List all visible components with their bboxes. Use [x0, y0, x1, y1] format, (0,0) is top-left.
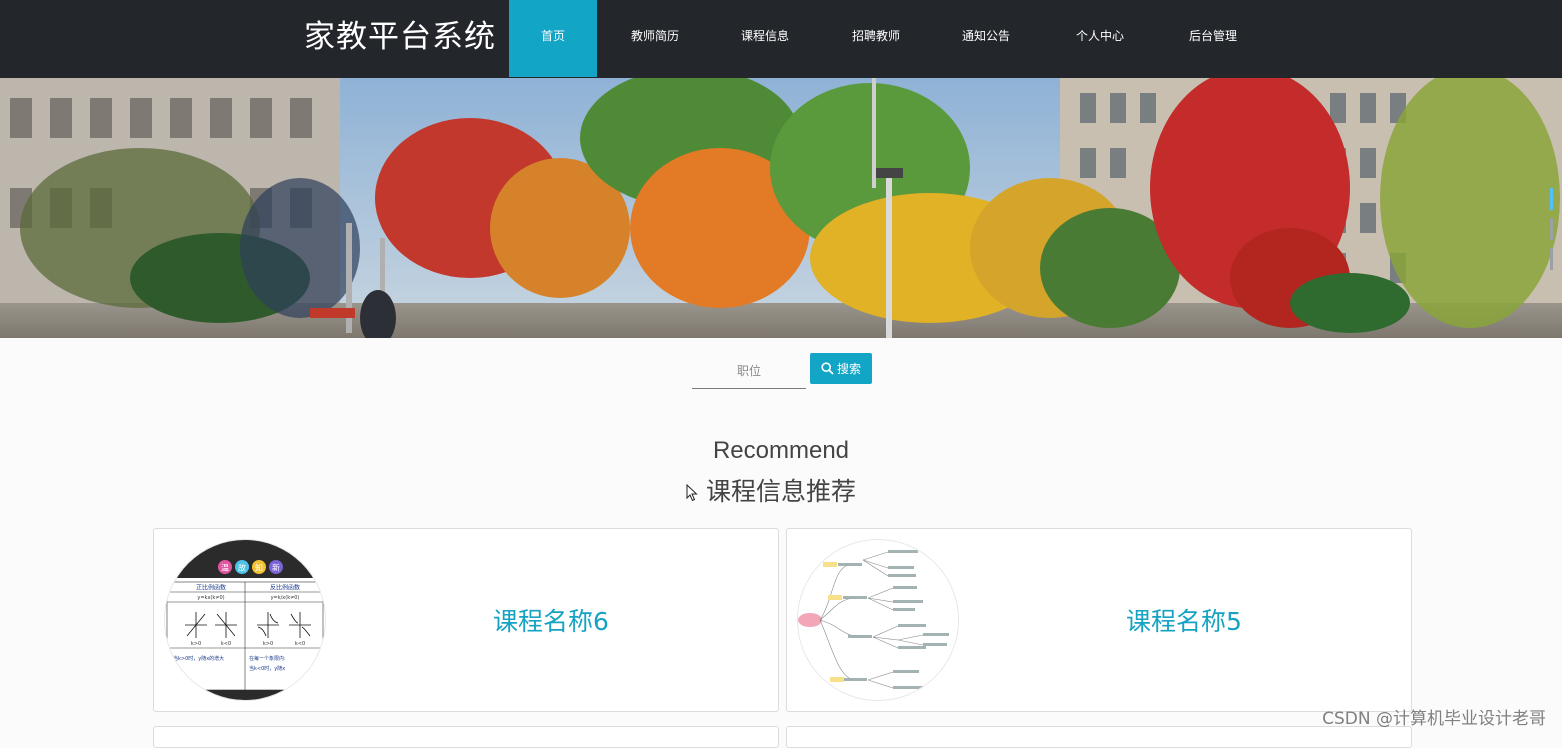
search-button-label: 搜索	[836, 362, 861, 376]
thumb-note-3: 当k<0时，y随x	[249, 665, 285, 672]
thumb-col-1: 正比例函数	[196, 584, 226, 592]
nav-item-admin[interactable]: 后台管理	[1169, 0, 1257, 77]
thumb-k-4: k<0	[295, 641, 305, 647]
thumb-formula-2: y=k/x(k≠0)	[271, 595, 300, 601]
campus-banner-image	[0, 78, 1562, 338]
carousel-dot-2[interactable]	[1550, 218, 1553, 240]
nav-item-recruit-teacher[interactable]: 招聘教师	[832, 0, 920, 77]
thumb-note-2: 在每一个象限内:	[249, 655, 286, 662]
course-card-3-partial[interactable]	[153, 726, 779, 748]
mindmap-image	[798, 540, 958, 700]
thumb-badge-3: 知	[255, 563, 263, 573]
function-table-image: 温 故 知 新 正比例函数 反比例函数 y=kx(k≠0) y=k/x(k≠0)	[165, 540, 325, 700]
thumb-badge-1: 温	[221, 564, 229, 573]
carousel-indicators	[1550, 188, 1554, 270]
site-brand[interactable]: 家教平台系统	[304, 17, 496, 57]
nav-item-home[interactable]: 首页	[509, 0, 597, 77]
nav-item-notices[interactable]: 通知公告	[942, 0, 1030, 77]
nav-item-teacher-resume[interactable]: 教师简历	[611, 0, 699, 77]
course-card-2[interactable]: 课程名称5	[786, 528, 1412, 712]
carousel-dot-1[interactable]	[1550, 188, 1553, 210]
section-title-zh: 课程信息推荐	[705, 477, 856, 506]
hero-carousel[interactable]	[0, 78, 1562, 338]
thumb-k-2: k<0	[221, 641, 231, 647]
position-search-input[interactable]	[692, 354, 806, 389]
thumb-note-1: 当k>0时，y随x的增大	[173, 655, 224, 662]
course-thumbnail-1: 温 故 知 新 正比例函数 反比例函数 y=kx(k≠0) y=k/x(k≠0)	[164, 539, 326, 701]
search-button[interactable]: 搜索	[810, 353, 872, 384]
course-title-1[interactable]: 课程名称6	[324, 529, 778, 711]
csdn-watermark: CSDN @计算机毕业设计老哥	[1322, 709, 1546, 729]
section-title-en: Recommend	[712, 437, 850, 464]
course-card-4-partial[interactable]	[786, 726, 1412, 748]
carousel-dot-3[interactable]	[1550, 248, 1553, 270]
thumb-badge-2: 故	[238, 563, 246, 573]
search-icon	[821, 362, 834, 375]
thumb-col-2: 反比例函数	[270, 584, 300, 592]
mouse-cursor-icon	[686, 484, 698, 502]
thumb-k-3: k>0	[263, 641, 273, 647]
top-navigation-bar: 家教平台系统 首页 教师简历 课程信息 招聘教师 通知公告 个人中心 后台管理	[0, 0, 1562, 78]
thumb-formula-1: y=kx(k≠0)	[197, 595, 224, 601]
course-card-1[interactable]: 温 故 知 新 正比例函数 反比例函数 y=kx(k≠0) y=k/x(k≠0)	[153, 528, 779, 712]
thumb-badge-4: 新	[272, 563, 280, 573]
nav-item-course-info[interactable]: 课程信息	[721, 0, 809, 77]
course-thumbnail-2	[797, 539, 959, 701]
course-title-2[interactable]: 课程名称5	[957, 529, 1411, 711]
thumb-k-1: k>0	[191, 641, 201, 647]
nav-item-personal-center[interactable]: 个人中心	[1056, 0, 1144, 77]
